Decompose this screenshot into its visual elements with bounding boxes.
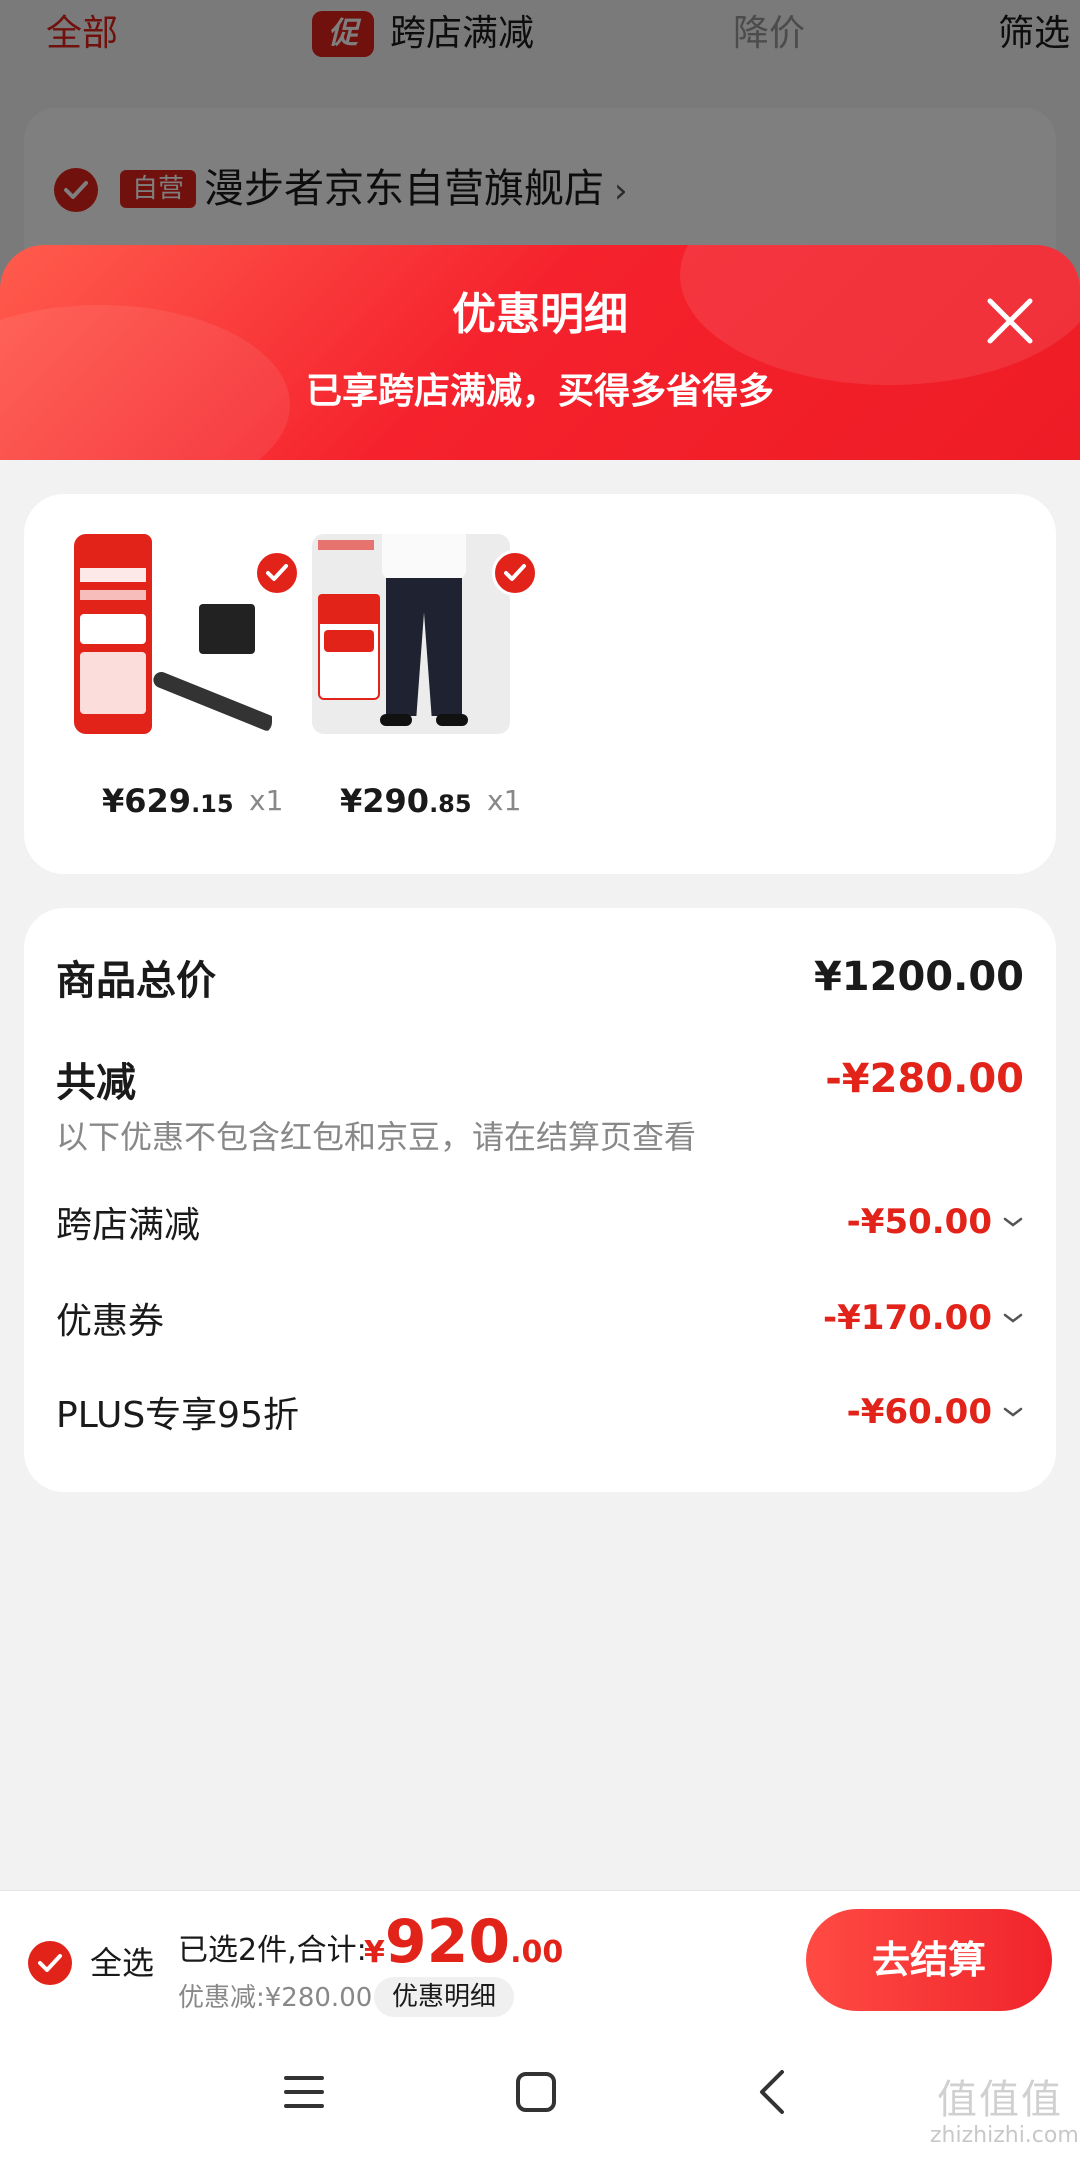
total-reduction-label: 共减 — [56, 1060, 136, 1106]
discount-detail-header: 优惠明细 已享跨店满减，买得多省得多 — [0, 245, 1080, 460]
product-item[interactable]: ¥290.85 x1 — [312, 534, 538, 820]
total-reduction-value: -¥280.00 — [825, 1056, 1024, 1102]
total-price-row: 商品总价 ¥1200.00 — [56, 948, 1024, 1006]
discount-item-row[interactable]: 优惠券 -¥170.00 — [56, 1292, 1024, 1344]
sheet-title: 优惠明细 — [452, 289, 628, 340]
sheet-subtitle: 已享跨店满减，买得多省得多 — [305, 371, 774, 412]
soundbar-product-image — [74, 534, 272, 734]
product-checkbox[interactable] — [492, 550, 538, 596]
menu-icon — [284, 2076, 324, 2108]
trousers-product-image — [312, 534, 510, 734]
product-price: ¥290.85 — [340, 782, 472, 820]
discount-item-label: 跨店满减 — [56, 1205, 201, 1246]
discount-note: 以下优惠不包含红包和京豆，请在结算页查看 — [56, 1118, 697, 1156]
select-all-label[interactable]: 全选 — [90, 1943, 154, 1983]
chevron-down-icon — [1003, 1313, 1023, 1323]
product-quantity: x1 — [487, 784, 522, 817]
close-button[interactable] — [982, 293, 1038, 349]
total-price-value: ¥1200.00 — [813, 954, 1024, 1000]
chevron-down-icon — [1003, 1407, 1023, 1417]
discount-item-label: PLUS专享95折 — [56, 1395, 299, 1436]
product-item[interactable]: ¥629.15 x1 — [74, 534, 300, 820]
product-checkbox[interactable] — [254, 550, 300, 596]
product-price: ¥629.15 — [102, 782, 234, 820]
selected-count-text: 已选2件,合计: — [178, 1933, 367, 1968]
saved-amount-text: 优惠减:¥280.00 — [178, 1983, 373, 2013]
watermark-logo: 值值值 zhizhizhi.com — [930, 2077, 1079, 2148]
close-icon — [987, 298, 1033, 344]
chevron-down-icon — [1003, 1217, 1023, 1227]
back-button[interactable] — [752, 2068, 792, 2116]
checkout-button[interactable]: 去结算 — [806, 1909, 1052, 2011]
check-icon — [38, 1954, 62, 1972]
total-price-label: 商品总价 — [56, 958, 216, 1004]
checkout-bar: 全选 已选2件,合计: ¥920.00 优惠减:¥280.00 优惠明细 去结算 — [0, 1890, 1080, 2030]
discount-detail-button[interactable]: 优惠明细 — [374, 1977, 515, 2017]
back-icon — [760, 2070, 784, 2114]
discount-item-row[interactable]: 跨店满减 -¥50.00 — [56, 1196, 1024, 1248]
check-icon — [504, 564, 526, 581]
price-summary-card: 商品总价 ¥1200.00 共减 -¥280.00 以下优惠不包含红包和京豆，请… — [24, 908, 1056, 1492]
discount-item-label: 优惠券 — [56, 1301, 165, 1342]
check-icon — [266, 564, 288, 581]
recent-apps-button[interactable] — [282, 2070, 326, 2114]
discount-item-value: -¥60.00 — [847, 1392, 1024, 1432]
discount-item-row[interactable]: PLUS专享95折 -¥60.00 — [56, 1386, 1024, 1438]
discount-detail-sheet: ¥629.15 x1 ¥290.85 x1 商品总价 ¥1200.00 共减 -… — [0, 460, 1080, 1890]
product-quantity: x1 — [249, 784, 284, 817]
selected-products-card: ¥629.15 x1 ¥290.85 x1 — [24, 494, 1056, 874]
system-navigation-bar: 值值值 zhizhizhi.com — [0, 2030, 1080, 2159]
discount-item-value: -¥170.00 — [823, 1298, 1024, 1338]
total-reduction-row: 共减 -¥280.00 — [56, 1050, 1024, 1108]
total-amount: ¥920.00 — [364, 1907, 564, 1977]
discount-item-value: -¥50.00 — [847, 1202, 1024, 1242]
home-icon — [516, 2072, 556, 2112]
home-button[interactable] — [514, 2070, 558, 2114]
select-all-checkbox[interactable] — [28, 1941, 72, 1985]
